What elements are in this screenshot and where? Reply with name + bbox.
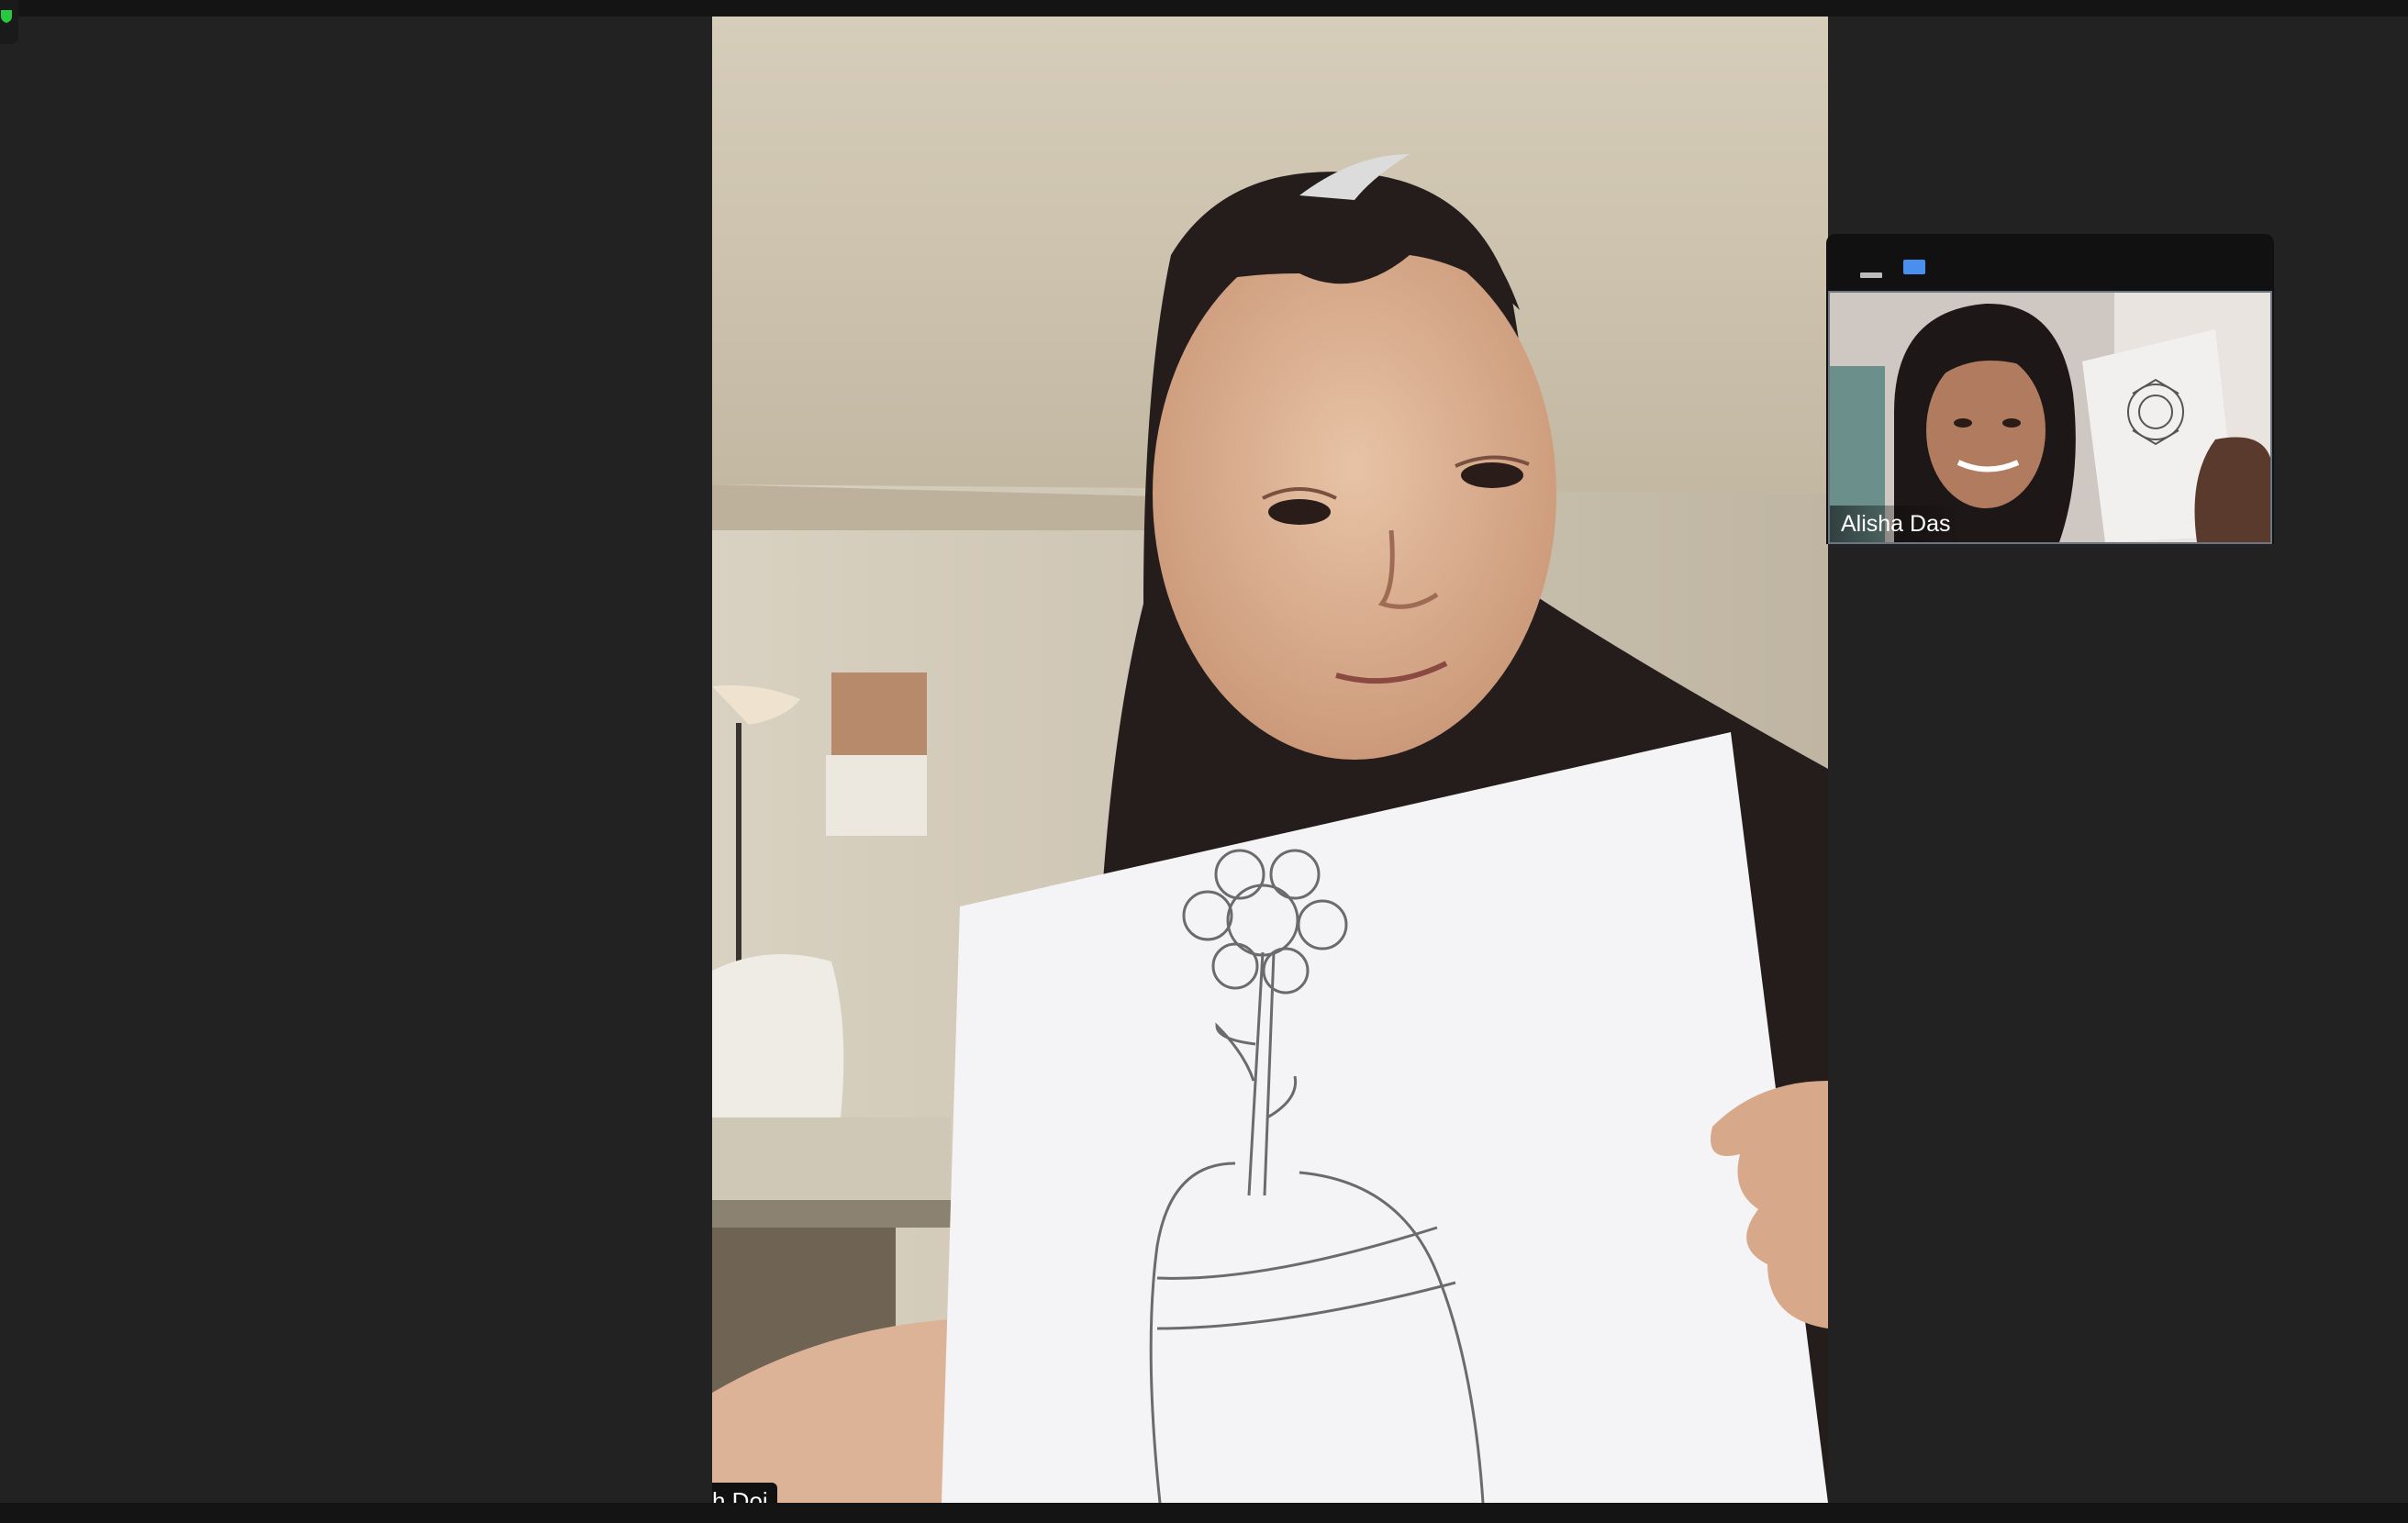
thumbnail-video-tile[interactable]: Alisha Das — [1828, 291, 2272, 544]
security-shield-icon[interactable] — [0, 0, 18, 44]
main-video-tile[interactable]: h Doi — [712, 17, 1828, 1503]
main-video-feed — [712, 17, 1828, 1503]
thumbnail-toolbar — [1826, 234, 2274, 291]
minimize-icon[interactable] — [1859, 258, 1883, 278]
floating-thumbnail-panel[interactable]: Alisha Das — [1826, 234, 2274, 544]
participant-name-label: h Doi — [712, 1483, 777, 1503]
gallery-view-icon[interactable] — [1901, 257, 1927, 277]
window-top-bar — [0, 0, 2408, 17]
participant-name-label: Alisha Das — [1830, 506, 1962, 542]
window-bottom-bar — [0, 1503, 2408, 1523]
